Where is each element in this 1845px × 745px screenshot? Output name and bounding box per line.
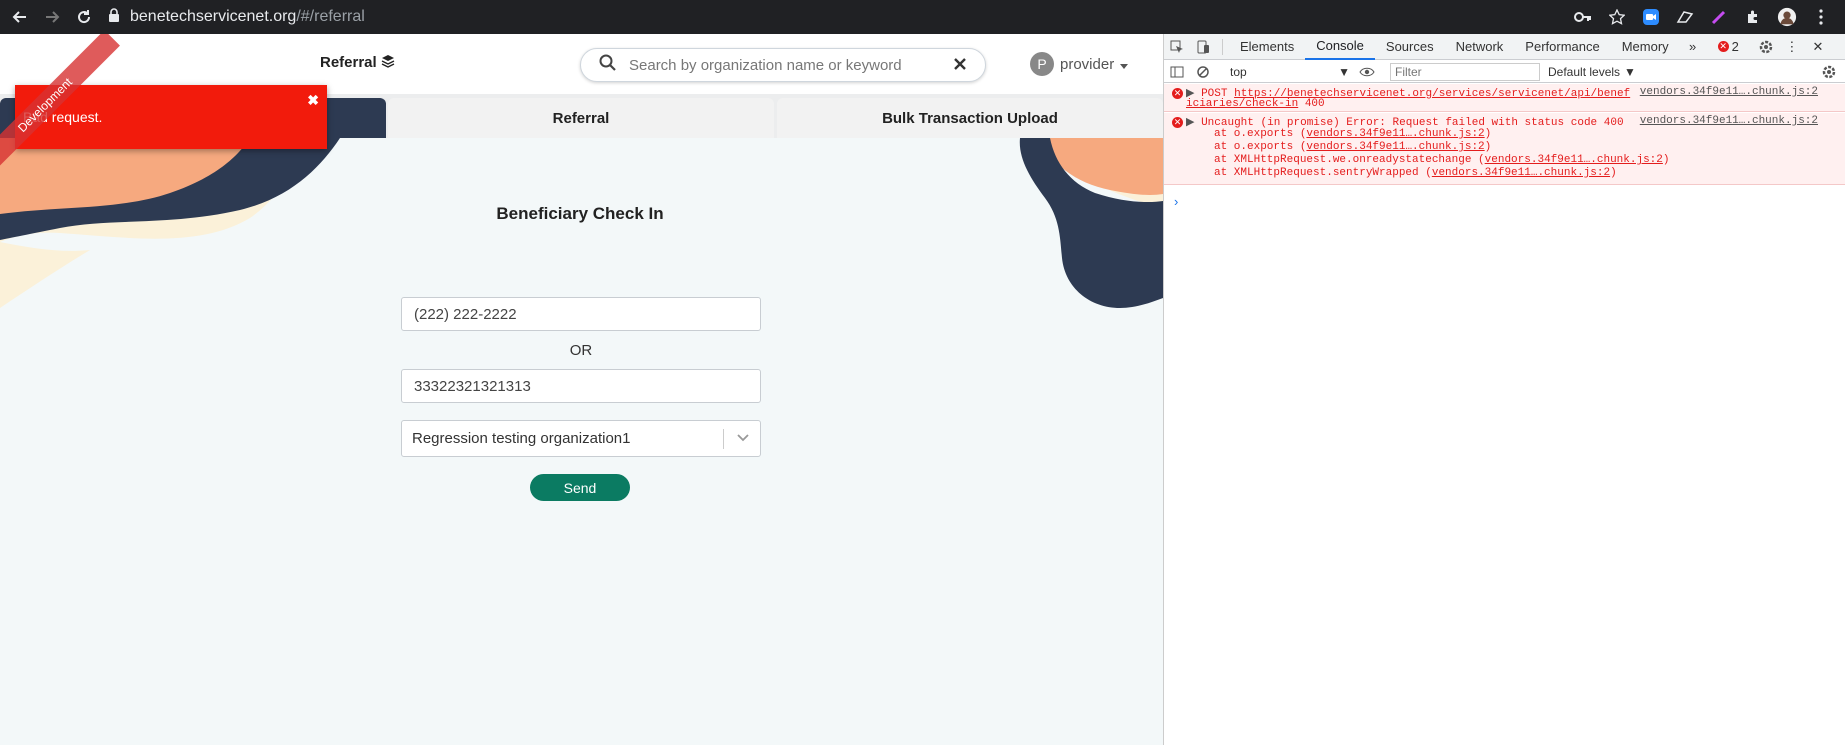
app-page: Referral P provider Beneficiary Check In… <box>0 34 1163 745</box>
stack-frame-link[interactable]: vendors.34f9e11….chunk.js:2 <box>1485 154 1663 166</box>
error-icon: ✕ <box>1172 88 1183 99</box>
reload-icon[interactable] <box>72 5 96 29</box>
stack-frame-link[interactable]: vendors.34f9e11….chunk.js:2 <box>1432 167 1610 179</box>
brand-referral[interactable]: Referral <box>320 54 395 71</box>
tab-network[interactable]: Network <box>1445 34 1515 60</box>
search-input[interactable] <box>629 56 949 74</box>
stack-frame-suffix: ) <box>1610 167 1617 179</box>
more-tabs-icon[interactable]: » <box>1680 34 1706 60</box>
user-name: provider <box>1060 55 1115 73</box>
stack-frame-text: at XMLHttpRequest.we.onreadystatechange … <box>1214 154 1485 166</box>
tab-memory[interactable]: Memory <box>1611 34 1680 60</box>
devtools-menu-icon[interactable]: ⋮ <box>1779 34 1805 60</box>
search-icon <box>599 54 617 77</box>
lock-icon <box>108 7 122 27</box>
devtools-tab-bar: Elements Console Sources Network Perform… <box>1164 34 1845 60</box>
tab-performance[interactable]: Performance <box>1514 34 1610 60</box>
organization-select[interactable]: Regression testing organization1 <box>401 420 761 457</box>
stack-frame-suffix: ) <box>1662 154 1670 166</box>
message-source-link[interactable]: vendors.34f9e11….chunk.js:2 <box>1640 86 1818 98</box>
console-toolbar: top ▼ Default levels ▼ <box>1164 61 1845 83</box>
avatar: P <box>1030 52 1054 76</box>
url-path: /#/referral <box>296 8 365 25</box>
forward-icon[interactable] <box>40 5 64 29</box>
eye-icon[interactable] <box>1354 59 1380 85</box>
layers-icon <box>381 55 395 68</box>
pen-extension-icon[interactable] <box>1709 7 1729 27</box>
chevron-down-icon[interactable] <box>736 430 750 448</box>
context-value: top <box>1230 64 1247 79</box>
browser-toolbar: benetechservicenet.org/#/referral <box>0 0 1845 34</box>
devtools-panel: Elements Console Sources Network Perform… <box>1163 34 1845 745</box>
zoom-extension-icon[interactable] <box>1641 7 1661 27</box>
context-select[interactable]: top ▼ <box>1226 63 1354 81</box>
tab-referral[interactable]: Referral <box>388 98 774 138</box>
phone-field[interactable]: (222) 222-2222 <box>401 297 761 331</box>
stack-frame-text: at XMLHttpRequest.sentryWrapped ( <box>1214 167 1432 179</box>
clear-console-icon[interactable] <box>1190 59 1216 85</box>
or-label: OR <box>569 342 593 359</box>
stack-frame-suffix: ) <box>1484 128 1492 140</box>
caret-down-icon <box>1120 56 1129 73</box>
browser-actions <box>1573 0 1845 34</box>
user-menu[interactable]: P provider <box>1030 52 1129 76</box>
tab-sources[interactable]: Sources <box>1375 34 1445 60</box>
back-icon[interactable] <box>8 5 32 29</box>
id-field[interactable]: 33322321321313 <box>401 369 761 403</box>
brand-referral-label: Referral <box>320 54 377 71</box>
stack-frame: at XMLHttpRequest.we.onreadystatechange … <box>1214 154 1670 166</box>
url-host: benetechservicenet.org <box>130 8 297 25</box>
stack-frame-link[interactable]: vendors.34f9e11….chunk.js:2 <box>1306 141 1484 153</box>
key-icon[interactable] <box>1573 7 1593 27</box>
close-devtools-icon[interactable]: ✕ <box>1805 34 1831 60</box>
console-prompt-icon[interactable]: › <box>1174 194 1178 209</box>
tab-console[interactable]: Console <box>1305 34 1375 60</box>
tab-divider <box>1222 38 1223 55</box>
console-error-message: ✕ ▶ Uncaught (in promise) Error: Request… <box>1164 113 1845 185</box>
caret-down-icon: ▼ <box>1624 64 1636 79</box>
puzzle-icon[interactable] <box>1743 7 1763 27</box>
organization-select-value: Regression testing organization1 <box>412 430 631 447</box>
close-icon[interactable]: ✖ <box>307 92 319 109</box>
stack-frame: at o.exports (vendors.34f9e11….chunk.js:… <box>1214 141 1491 153</box>
sidebar-toggle-icon[interactable] <box>1164 59 1190 85</box>
gear-icon[interactable] <box>1753 34 1779 60</box>
error-icon: ✕ <box>1172 117 1183 128</box>
extension-icon[interactable] <box>1675 7 1695 27</box>
stack-frame-suffix: ) <box>1484 141 1492 153</box>
error-count: 2 <box>1731 39 1739 54</box>
console-error-message: ✕ ▶ POST https://benetechservicenet.org/… <box>1164 84 1845 112</box>
console-settings-icon[interactable] <box>1816 59 1842 85</box>
error-count-badge[interactable]: ✕ 2 <box>1717 39 1739 54</box>
message-line: iciaries/check-in 400 <box>1186 98 1325 110</box>
star-icon[interactable] <box>1607 7 1627 27</box>
caret-down-icon: ▼ <box>1338 64 1350 79</box>
log-levels-select[interactable]: Default levels ▼ <box>1548 65 1636 79</box>
error-badge-icon: ✕ <box>1717 41 1729 52</box>
search-box <box>580 48 986 82</box>
stack-frame: at o.exports (vendors.34f9e11….chunk.js:… <box>1214 128 1491 140</box>
stack-frame: at XMLHttpRequest.sentryWrapped (vendors… <box>1214 167 1617 179</box>
send-button[interactable]: Send <box>530 474 630 501</box>
expand-arrow-icon[interactable]: ▶ <box>1186 117 1194 129</box>
status-code: 400 <box>1304 98 1325 110</box>
kebab-menu-icon[interactable] <box>1811 7 1831 27</box>
profile-avatar-icon[interactable] <box>1777 7 1797 27</box>
stack-frame-text: at o.exports ( <box>1214 141 1307 153</box>
message-line: ▶ Uncaught (in promise) Error: Request f… <box>1186 115 1624 129</box>
device-toolbar-icon[interactable] <box>1190 34 1216 60</box>
tab-bulk-transaction-upload[interactable]: Bulk Transaction Upload <box>777 98 1163 138</box>
request-url-cont[interactable]: iciaries/check-in <box>1186 98 1298 110</box>
clear-search-icon[interactable] <box>953 57 967 76</box>
stack-frame-text: at o.exports ( <box>1214 128 1307 140</box>
log-levels-value: Default levels <box>1548 64 1621 79</box>
filter-input[interactable] <box>1390 62 1540 81</box>
message-source-link[interactable]: vendors.34f9e11….chunk.js:2 <box>1640 115 1818 127</box>
tab-elements[interactable]: Elements <box>1229 34 1305 60</box>
select-separator <box>723 429 724 449</box>
address-bar[interactable]: benetechservicenet.org/#/referral <box>108 4 1568 30</box>
inspect-element-icon[interactable] <box>1164 34 1190 60</box>
form-title: Beneficiary Check In <box>496 204 664 223</box>
stack-frame-link[interactable]: vendors.34f9e11….chunk.js:2 <box>1306 128 1484 140</box>
